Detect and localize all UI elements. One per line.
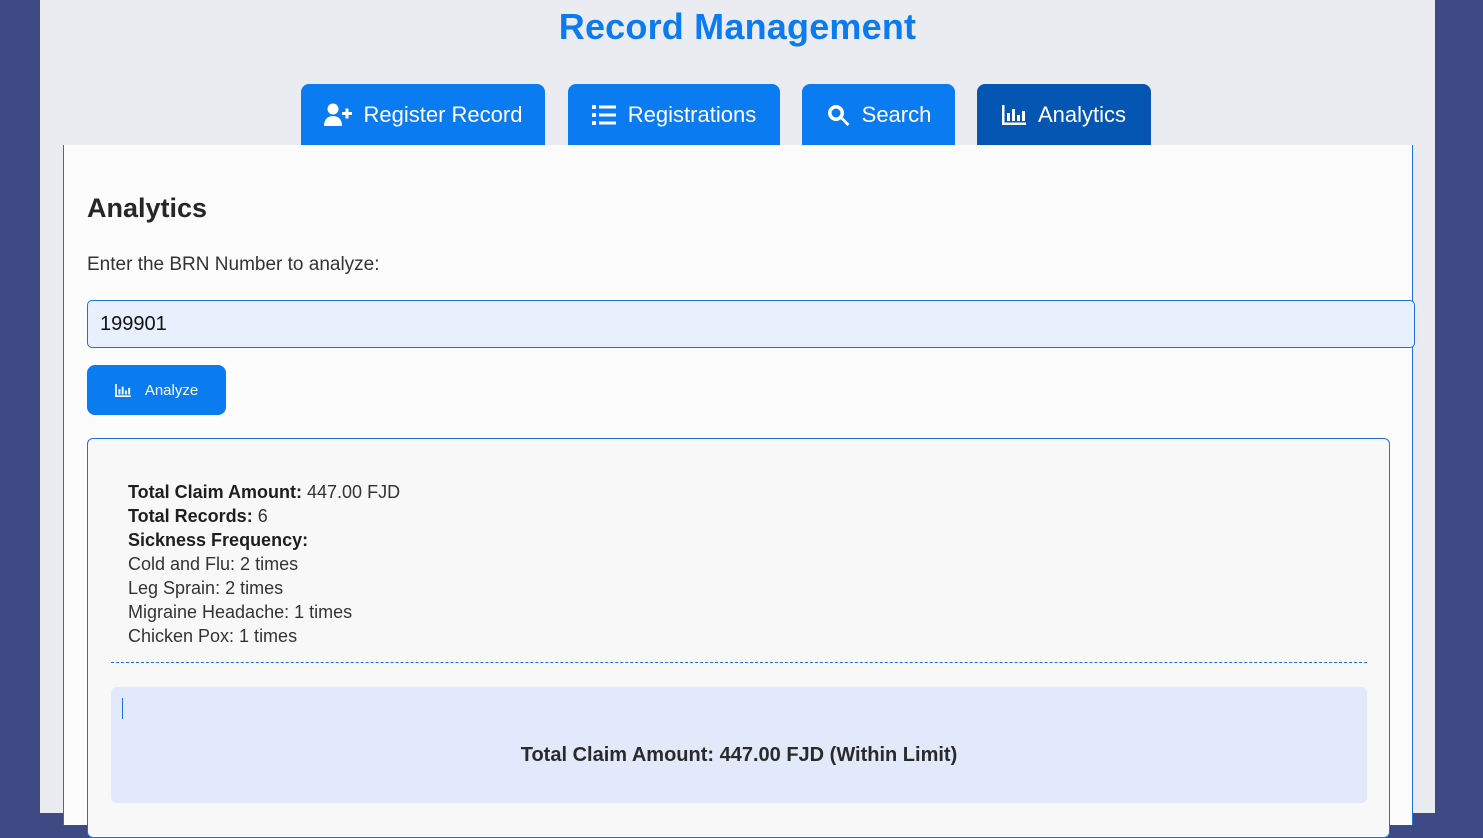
page-container: Record Management Register Record Regist… xyxy=(40,0,1435,838)
sickness-frequency-label: Sickness Frequency: xyxy=(128,530,309,550)
tab-analytics-label: Analytics xyxy=(1037,101,1127,127)
analytics-panel: Analytics Enter the BRN Number to analyz… xyxy=(63,145,1415,838)
tab-search-label: Search xyxy=(861,101,932,127)
brn-input[interactable] xyxy=(87,300,1415,348)
total-records-value: 6 xyxy=(257,506,268,526)
tab-registrations[interactable]: Registrations xyxy=(568,84,780,145)
analyze-button[interactable]: Analyze xyxy=(87,365,226,415)
list-item: Migraine Headache: 1 times xyxy=(128,602,353,622)
brn-prompt-label: Enter the BRN Number to analyze: xyxy=(87,254,380,275)
list-item: Leg Sprain: 2 times xyxy=(128,578,284,598)
tab-bar: Register Record Registrations Search Ana… xyxy=(40,84,1435,145)
tab-register-record-label: Register Record xyxy=(363,101,523,127)
total-records-row: Total Records: 6 xyxy=(128,504,400,528)
text-cursor xyxy=(122,698,123,719)
divider xyxy=(111,662,1367,663)
total-claim-label: Total Claim Amount: xyxy=(128,482,302,502)
tab-analytics[interactable]: Analytics xyxy=(977,84,1151,145)
list-icon xyxy=(591,104,616,125)
sickness-frequency-row: Sickness Frequency: xyxy=(128,528,400,552)
total-claim-row: Total Claim Amount: 447.00 FJD xyxy=(128,480,400,504)
chart-bar-icon xyxy=(115,383,131,397)
claim-summary-text: Total Claim Amount: 447.00 FJD (Within L… xyxy=(520,744,958,766)
sickness-frequency-list: Cold and Flu: 2 times Leg Sprain: 2 time… xyxy=(128,552,400,648)
total-claim-value: 447.00 FJD xyxy=(307,482,401,502)
results-box: Total Claim Amount: 447.00 FJD Total Rec… xyxy=(87,438,1390,838)
total-records-label: Total Records: xyxy=(128,506,253,526)
results-stats: Total Claim Amount: 447.00 FJD Total Rec… xyxy=(128,480,400,648)
page-title: Record Management xyxy=(558,6,917,47)
chart-bar-icon xyxy=(1001,104,1026,125)
list-item: Chicken Pox: 1 times xyxy=(128,626,298,646)
list-item: Cold and Flu: 2 times xyxy=(128,554,299,574)
claim-summary-box: Total Claim Amount: 447.00 FJD (Within L… xyxy=(111,687,1367,803)
analyze-button-label: Analyze xyxy=(144,381,199,399)
user-plus-icon xyxy=(323,103,352,126)
tab-register-record[interactable]: Register Record xyxy=(301,84,545,145)
section-heading: Analytics xyxy=(87,193,208,223)
tab-registrations-label: Registrations xyxy=(627,101,757,127)
tab-search[interactable]: Search xyxy=(802,84,955,145)
search-icon xyxy=(827,104,850,126)
